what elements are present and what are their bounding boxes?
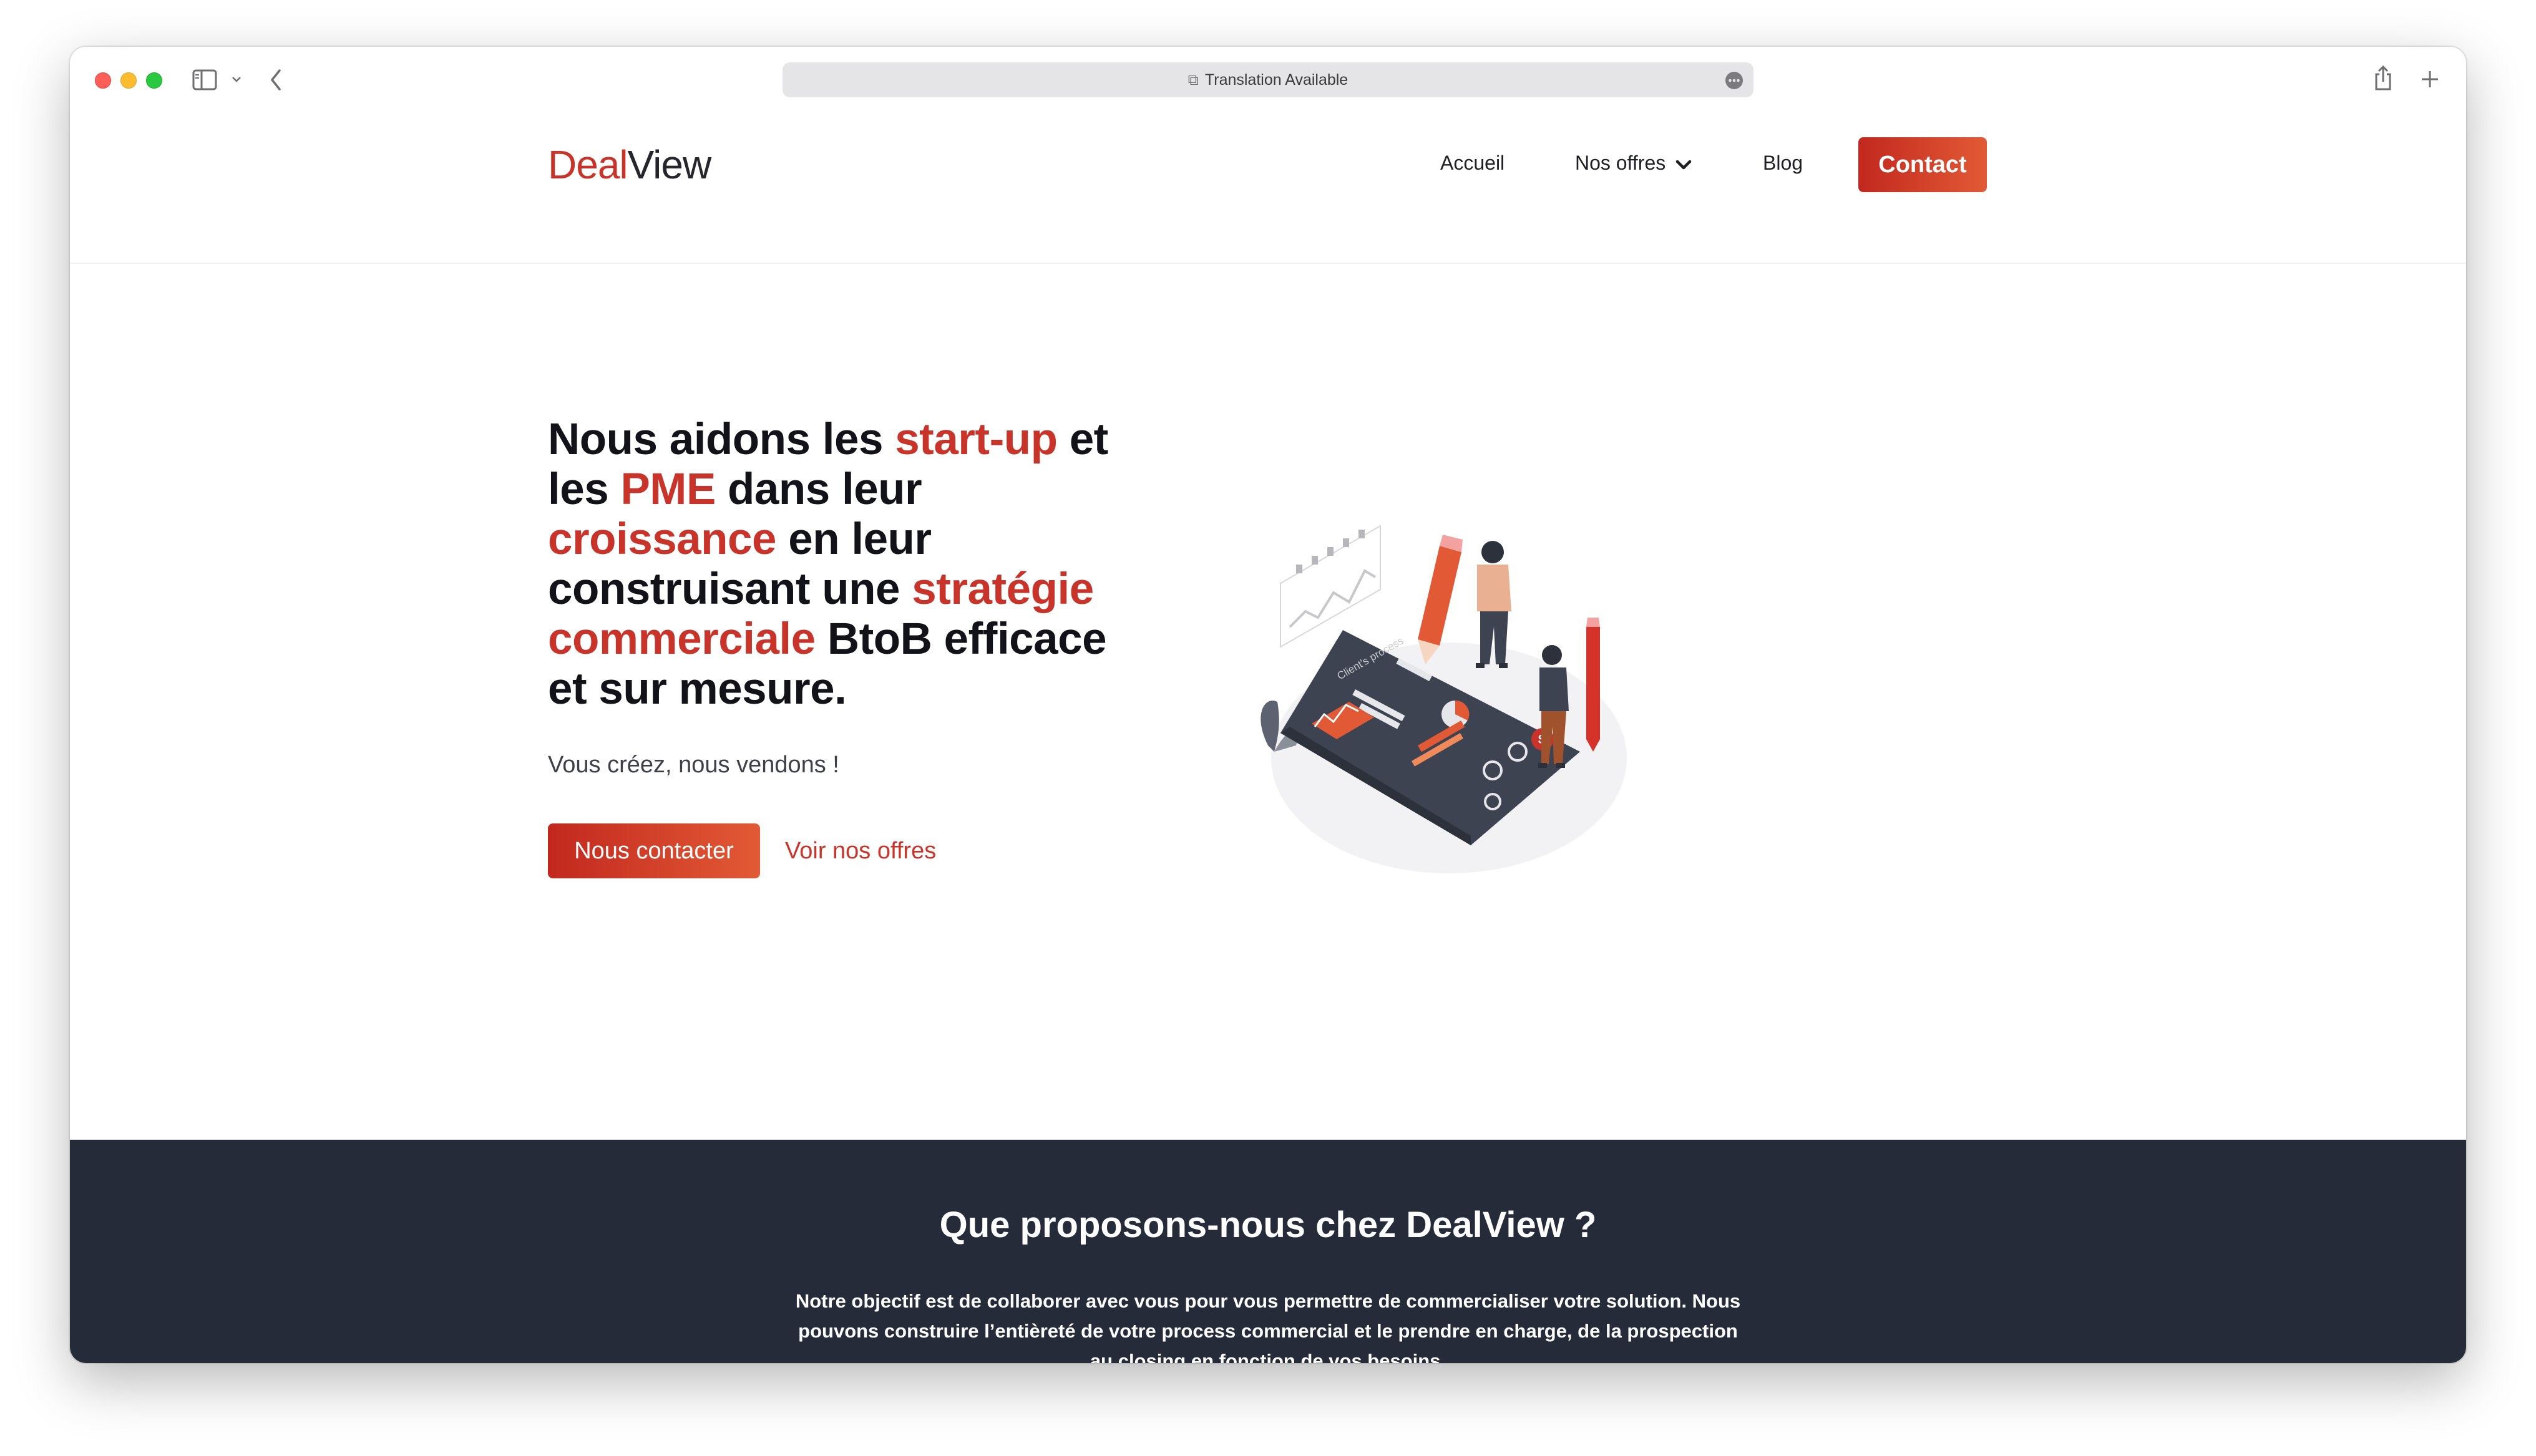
new-tab-icon[interactable] bbox=[2420, 69, 2440, 89]
hero-subtitle: Vous créez, nous vendons ! bbox=[548, 752, 839, 778]
nav-blog[interactable]: Blog bbox=[1763, 112, 1803, 214]
hero-title-highlight: PME bbox=[620, 465, 716, 514]
chevron-down-icon bbox=[1675, 160, 1692, 169]
maximize-window-button[interactable] bbox=[146, 72, 162, 89]
close-window-button[interactable] bbox=[95, 72, 111, 89]
nav-offres[interactable]: Nos offres bbox=[1575, 112, 1692, 214]
browser-window: ⧉ Translation Available DealView Accueil … bbox=[70, 47, 2466, 1363]
nav-offres-label: Nos offres bbox=[1575, 152, 1666, 174]
contact-button[interactable]: Contact bbox=[1858, 137, 1987, 192]
share-icon[interactable] bbox=[2374, 64, 2392, 92]
chart-card-illustration bbox=[1280, 525, 1381, 648]
hero-title-text: dans leur bbox=[715, 465, 922, 514]
nav-accueil[interactable]: Accueil bbox=[1440, 112, 1505, 214]
chevron-down-icon[interactable] bbox=[231, 74, 242, 84]
address-bar-text: ⧉ Translation Available bbox=[783, 62, 1753, 97]
more-options-icon[interactable] bbox=[1725, 71, 1744, 90]
address-bar[interactable]: ⧉ Translation Available bbox=[783, 62, 1753, 97]
logo-view: View bbox=[627, 142, 712, 187]
hero-title-text: Nous aidons les bbox=[548, 415, 895, 464]
site-logo[interactable]: DealView bbox=[548, 142, 711, 188]
hero-title: Nous aidons les start-up et les PME dans… bbox=[548, 415, 1110, 714]
hero-title-highlight: croissance bbox=[548, 515, 777, 564]
section-text: Notre objectif est de collaborer avec vo… bbox=[795, 1290, 1741, 1363]
hero-title-highlight: start-up bbox=[895, 415, 1058, 464]
logo-deal: Deal bbox=[548, 142, 628, 187]
sidebar-toggle-icon[interactable] bbox=[192, 69, 217, 90]
translate-icon[interactable]: ⧉ bbox=[1188, 63, 1199, 98]
browser-toolbar: ⧉ Translation Available bbox=[70, 47, 2466, 112]
view-offers-link[interactable]: Voir nos offres bbox=[785, 823, 936, 878]
minimize-window-button[interactable] bbox=[120, 72, 137, 89]
hero-illustration: Client's process $ bbox=[1261, 525, 1627, 873]
offers-section: Que proposons-nous chez DealView ? Notre… bbox=[70, 1140, 2466, 1363]
contact-us-button[interactable]: Nous contacter bbox=[548, 823, 760, 878]
site-header: DealView Accueil Nos offres Blog Contact bbox=[70, 112, 2466, 264]
section-title: Que proposons-nous chez DealView ? bbox=[939, 1205, 1597, 1245]
back-arrow-icon[interactable] bbox=[268, 68, 283, 92]
